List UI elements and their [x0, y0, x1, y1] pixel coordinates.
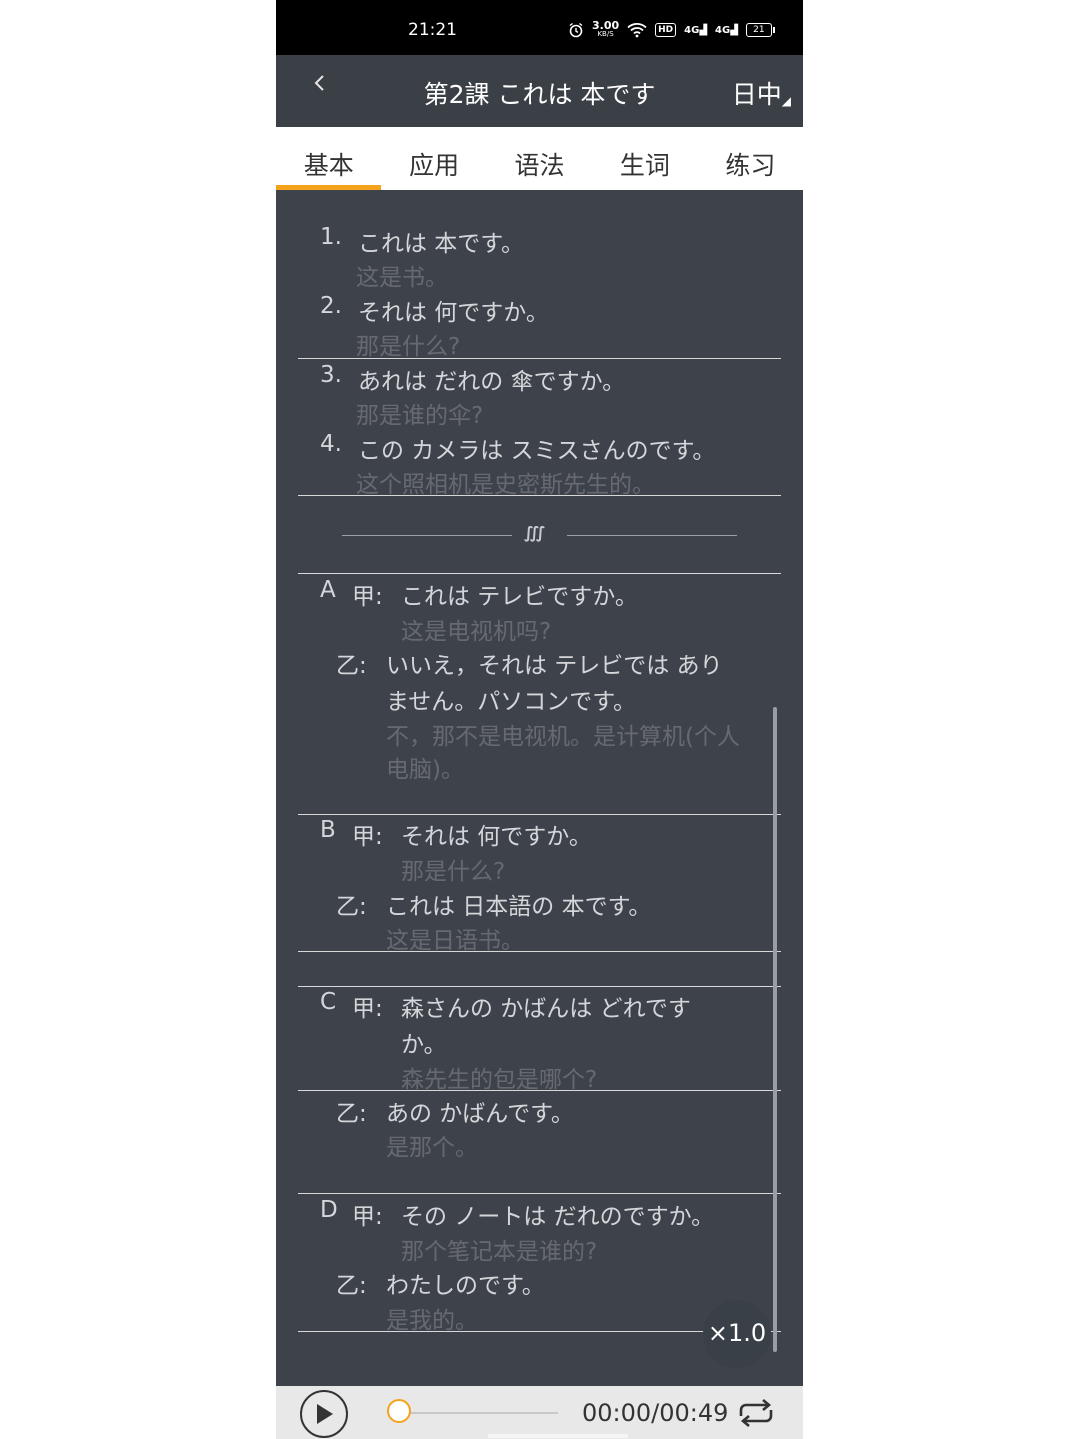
- sentence-jp[interactable]: これは 本です。: [358, 224, 524, 258]
- dialog-cn: 那个笔记本是谁的?: [401, 1239, 598, 1265]
- dialog-jp[interactable]: 森さんの かばんは どれです: [401, 989, 691, 1023]
- dialog-label: B: [320, 817, 336, 843]
- dialog-cn: 那是什么?: [401, 859, 506, 885]
- sentence-jp[interactable]: この カメラは スミスさんのです。: [358, 431, 715, 465]
- divider-line: [298, 495, 781, 496]
- speaker-label: 甲:: [352, 996, 383, 1022]
- dialog-label: A: [320, 577, 336, 603]
- dialog-label: C: [320, 989, 337, 1015]
- divider-line: [298, 1090, 781, 1091]
- dialog-cn: 是我的。: [386, 1308, 478, 1334]
- divider-line: [298, 573, 781, 574]
- scrollbar[interactable]: [773, 707, 777, 1352]
- status-bar: 21:21 3.00 KB/S HD 4G▟ 4G▟ 21: [276, 0, 803, 55]
- app-screen: 21:21 3.00 KB/S HD 4G▟ 4G▟ 21 第2課 これは 本で…: [276, 0, 803, 1439]
- progress-track[interactable]: [404, 1412, 558, 1414]
- dialog-jp[interactable]: か。: [401, 1025, 447, 1059]
- tab-bar: 基本 应用 语法 生词 练习: [276, 127, 803, 190]
- speaker-label: 甲:: [352, 584, 383, 610]
- lesson-header: 第2課 これは 本です 日中◢: [276, 55, 803, 127]
- playback-speed-button[interactable]: ×1.0: [703, 1300, 771, 1368]
- play-icon: [317, 1404, 333, 1424]
- dialog-jp[interactable]: これは テレビですか。: [401, 577, 638, 611]
- sentence-number: 4.: [320, 431, 342, 457]
- sentence-cn: 这是书。: [356, 265, 448, 291]
- dialog-jp[interactable]: いいえ，それは テレビでは あり: [386, 646, 723, 680]
- play-button[interactable]: [300, 1390, 348, 1438]
- signal-icon-2: 4G▟: [715, 24, 738, 36]
- sentence-jp[interactable]: それは 何ですか。: [358, 293, 549, 327]
- status-icons: 3.00 KB/S HD 4G▟ 4G▟ 21: [568, 19, 775, 41]
- progress-knob[interactable]: [387, 1399, 411, 1423]
- dialog-cn: 这是电视机吗?: [401, 619, 552, 645]
- divider-line: [298, 986, 781, 987]
- dialog-cn: 电脑)。: [386, 757, 464, 783]
- dialog-cn: 这是日语书。: [386, 928, 524, 954]
- speaker-label: 甲:: [352, 824, 383, 850]
- divider-line: [298, 814, 781, 815]
- tab-vocabulary[interactable]: 生词: [592, 127, 697, 190]
- sentence-jp[interactable]: あれは だれの 傘ですか。: [358, 362, 625, 396]
- sentence-cn: 那是谁的伞?: [356, 403, 484, 429]
- alarm-icon: [569, 22, 583, 38]
- dialog-jp[interactable]: その ノートは だれのですか。: [401, 1197, 714, 1231]
- dialog-cn: 不，那不是电视机。是计算机(个人: [386, 724, 740, 750]
- sentence-cn: 这个照相机是史密斯先生的。: [356, 472, 655, 498]
- tab-basic[interactable]: 基本: [276, 127, 382, 190]
- audio-player: 00:00/00:49: [276, 1386, 803, 1439]
- speaker-label: 乙:: [336, 894, 367, 920]
- speaker-label: 乙:: [336, 1101, 367, 1127]
- signal-icon-1: 4G▟: [684, 24, 708, 36]
- speaker-label: 甲:: [352, 1204, 383, 1230]
- corner-triangle-icon: ◢: [781, 94, 791, 108]
- dialog-jp[interactable]: これは 日本語の 本です。: [386, 887, 651, 921]
- divider-line: [298, 358, 781, 359]
- sentence-number: 1.: [320, 224, 342, 250]
- tab-grammar[interactable]: 语法: [487, 127, 592, 190]
- speaker-label: 乙:: [336, 653, 367, 679]
- ornament-icon: ∬∫: [524, 523, 546, 542]
- dialog-jp[interactable]: あの かばんです。: [386, 1094, 574, 1128]
- lesson-title: 第2課 これは 本です: [423, 80, 656, 109]
- divider-line: [298, 951, 781, 952]
- dialog-jp[interactable]: ません。パソコンです。: [386, 682, 636, 716]
- sentence-number: 3.: [320, 362, 342, 388]
- sentence-cn: 那是什么?: [356, 334, 461, 360]
- wifi-icon: [627, 23, 647, 38]
- net-speed: 3.00 KB/S: [592, 19, 620, 38]
- dialog-label: D: [320, 1197, 338, 1223]
- tab-exercise[interactable]: 练习: [698, 127, 803, 190]
- status-time: 21:21: [408, 20, 457, 40]
- dialog-cn: 是那个。: [386, 1135, 478, 1161]
- playback-time: 00:00/00:49: [582, 1399, 729, 1427]
- home-indicator: [488, 1434, 628, 1438]
- dialog-jp[interactable]: わたしのです。: [386, 1266, 545, 1300]
- repeat-icon[interactable]: [733, 1398, 779, 1428]
- divider-line: [298, 1193, 781, 1194]
- language-toggle[interactable]: 日中◢: [732, 75, 791, 111]
- dialog-jp[interactable]: それは 何ですか。: [401, 817, 592, 851]
- tab-application[interactable]: 应用: [381, 127, 486, 190]
- section-separator: ∬∫: [276, 523, 803, 546]
- battery-icon: 21: [745, 23, 775, 37]
- sentence-number: 2.: [320, 293, 342, 319]
- dialog-cn: 森先生的包是哪个?: [401, 1067, 598, 1093]
- speaker-label: 乙:: [336, 1273, 367, 1299]
- lesson-content: 1. これは 本です。 这是书。 2. それは 何ですか。 那是什么? 3. あ…: [276, 190, 803, 1386]
- hd-voice-badge: HD: [655, 23, 677, 37]
